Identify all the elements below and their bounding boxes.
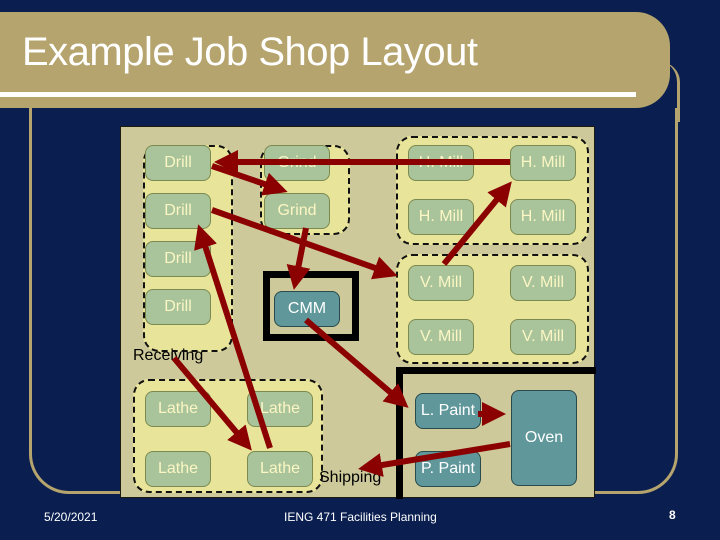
footer-date: 5/20/2021 (44, 510, 98, 524)
flow-arrow-vmill-to-hmill (441, 181, 512, 266)
footer-page-number: 8 (669, 508, 676, 522)
flow-arrows (171, 150, 512, 477)
flow-arrow-lathe-to-drill (194, 224, 273, 449)
footer-course: IENG 471 Facilities Planning (284, 510, 437, 524)
flow-arrow-drill-to-grind (211, 163, 288, 196)
flow-arrow-receiving-to-lathe (171, 356, 252, 451)
flow-arrow-cmm-to-lpaint (304, 317, 409, 408)
flow-arrow-grind-to-cmm (286, 227, 311, 290)
flow-arrow-oven-to-shipping (358, 441, 511, 477)
